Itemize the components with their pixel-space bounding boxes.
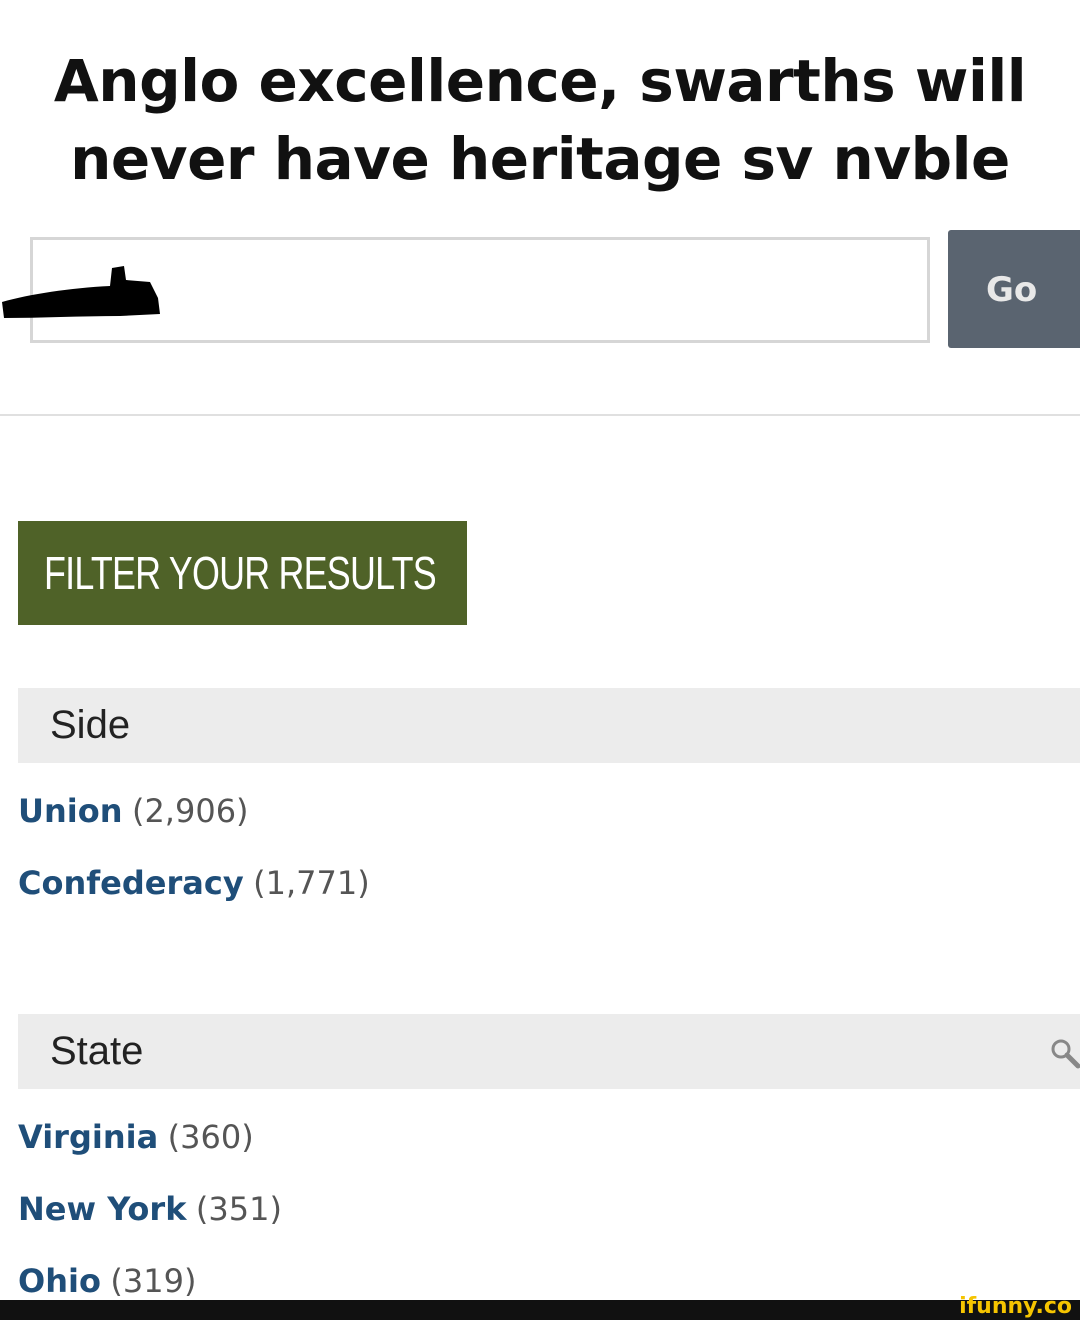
ifunny-watermark: ifunny.co [959, 1294, 1072, 1319]
facet-link[interactable]: New York [18, 1190, 186, 1228]
facet-link[interactable]: Virginia [18, 1118, 158, 1156]
facet-count: (319) [110, 1262, 197, 1300]
facet-count: (1,771) [253, 864, 370, 902]
meme-caption: Anglo excellence, swarths will never hav… [0, 42, 1080, 198]
filter-results-banner: FILTER YOUR RESULTS [18, 521, 467, 625]
state-facet-header[interactable]: State [18, 1014, 1080, 1089]
facet-link[interactable]: Ohio [18, 1262, 101, 1300]
side-facet-header[interactable]: Side [18, 688, 1080, 763]
side-header-label: Side [50, 703, 131, 747]
facet-count: (351) [195, 1190, 282, 1228]
caption-line-2: never have heritage sv nvble [70, 125, 1010, 193]
facet-link[interactable]: Confederacy [18, 864, 244, 902]
search-icon[interactable] [1048, 1036, 1080, 1070]
facet-count: (360) [167, 1118, 254, 1156]
facet-item-new-york[interactable]: New York (351) [18, 1187, 282, 1231]
go-button[interactable]: Go [948, 230, 1080, 348]
filter-results-label: FILTER YOUR RESULTS [44, 547, 437, 599]
divider [0, 414, 1080, 416]
state-header-label: State [50, 1029, 144, 1073]
facet-link[interactable]: Union [18, 792, 123, 830]
caption-line-1: Anglo excellence, swarths will [53, 47, 1027, 115]
facet-count: (2,906) [131, 792, 249, 830]
redaction-scribble [2, 266, 160, 318]
watermark-bar: ifunny.co [0, 1296, 1080, 1320]
facet-item-confederacy[interactable]: Confederacy (1,771) [18, 861, 370, 905]
facet-item-virginia[interactable]: Virginia (360) [18, 1115, 254, 1159]
search-input[interactable] [30, 237, 930, 343]
facet-item-union[interactable]: Union (2,906) [18, 789, 249, 833]
facet-item-ohio[interactable]: Ohio (319) [18, 1259, 196, 1303]
